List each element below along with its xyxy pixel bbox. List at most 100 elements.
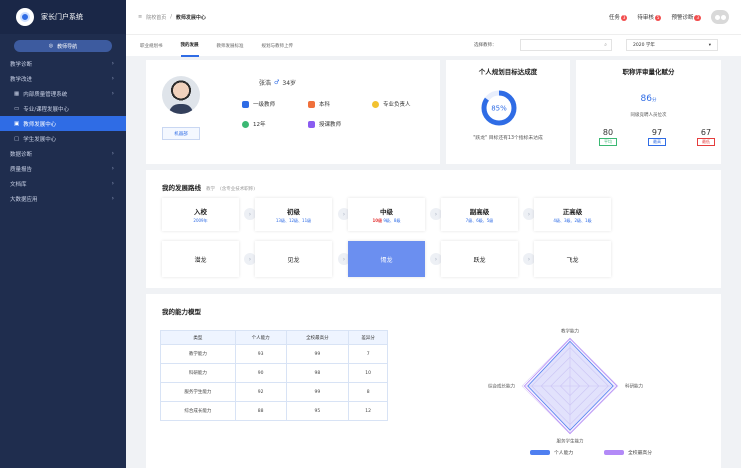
table-row: 服务学生能力 92 99 8: [160, 382, 388, 402]
sidebar-item-label: 教学改进: [10, 76, 33, 83]
stage-intermediate[interactable]: 中级 10级 9级、8级: [348, 198, 425, 231]
breadcrumb-current: 教师发展中心: [175, 14, 206, 21]
column-header: 全校最高分: [285, 330, 350, 345]
legend-school-max: 全校最高分: [604, 449, 652, 456]
legend-swatch: [530, 450, 550, 455]
grid-icon: ▦: [14, 90, 20, 97]
stat-value: 67: [700, 128, 712, 137]
sidebar-item-course-center[interactable]: ▭ 专业/课程发展中心: [0, 101, 126, 116]
stat-average: 80 平均: [593, 128, 623, 146]
table-cell: 8: [348, 382, 388, 402]
table-cell: 92: [234, 382, 287, 402]
table-cell: 10: [348, 363, 388, 383]
role-info: 专业负责人: [372, 100, 411, 108]
column-header: 个人能力: [234, 330, 287, 345]
todo-label: 待审核: [637, 15, 654, 21]
radar-axis-label: 科研能力: [625, 383, 643, 390]
years-value: 12年: [253, 122, 266, 128]
sidebar-item-teacher-center[interactable]: ▣ 教师发展中心: [0, 116, 126, 131]
rating-note: 同级竞聘人员位次: [630, 113, 667, 118]
sidebar-item-label: 数据诊断: [10, 151, 33, 158]
sidebar-item-student-center[interactable]: ▢ 学生发展中心: [0, 131, 126, 146]
topbar: ≡ 院校首页 / 教师发展中心 任务 3 待审核 5 预警诊断 3: [126, 0, 741, 34]
sidebar-item-documents[interactable]: 文档库 ›: [0, 176, 126, 191]
sidebar-item-big-data[interactable]: 大数据应用 ›: [0, 191, 126, 206]
tasks-link[interactable]: 任务 3: [609, 13, 628, 21]
sidebar-item-quality-report[interactable]: 质量报告 ›: [0, 161, 126, 176]
tab-my-development[interactable]: 我的发展: [180, 35, 199, 57]
table-cell: 99: [285, 344, 350, 364]
table-row: 综合成长能力 88 95 12: [160, 401, 388, 421]
monitor-icon: ▭: [14, 105, 20, 112]
table-cell: 88: [234, 401, 287, 421]
chevron-right-icon: ›: [111, 75, 114, 82]
select-teacher-label: 选择教师：: [474, 43, 497, 48]
roadmap-subtitle-b: (含专业技术职称): [220, 187, 256, 192]
caret-down-icon: ▾: [708, 42, 711, 48]
table-cell: 98: [285, 363, 350, 383]
tab-standards[interactable]: 教师发展标准: [217, 35, 244, 57]
stage-desc: 2009年: [193, 217, 208, 223]
roadmap-subtitle-a: 教学: [206, 187, 215, 192]
app-logo[interactable]: 家长门户系统: [0, 0, 126, 34]
legend-label: 个人能力: [554, 451, 574, 456]
rank-tilong[interactable]: 惕龙: [348, 241, 425, 277]
degree-value: 本科: [319, 102, 331, 108]
search-icon: ⌕: [604, 42, 607, 48]
sidebar-item-teaching-diagnosis[interactable]: 教学诊断 ›: [0, 56, 126, 71]
sidebar-item-label: 教师发展中心: [23, 121, 57, 128]
teacher-select[interactable]: ⌕: [520, 39, 612, 51]
title-value: 一级教师: [253, 102, 276, 108]
menu-toggle-icon[interactable]: ≡: [138, 14, 142, 20]
department-button[interactable]: 机器部: [162, 127, 200, 140]
column-header: 差异分: [348, 330, 388, 345]
ability-title: 我的能力模型: [162, 308, 201, 316]
alerts-link[interactable]: 预警诊断 3: [671, 13, 701, 21]
alerts-label: 预警诊断: [671, 15, 694, 21]
student-icon: ▢: [14, 135, 20, 142]
rating-title: 职称评审量化赋分: [622, 68, 675, 76]
teacher-photo: [162, 76, 200, 114]
sidebar-item-teaching-improvement[interactable]: 教学改进 ›: [0, 71, 126, 86]
sidebar-item-data-diagnosis[interactable]: 数据诊断 ›: [0, 146, 126, 161]
breadcrumb-separator: /: [170, 14, 172, 20]
years-info: 12年: [242, 120, 266, 128]
goal-percent: 85%: [491, 105, 507, 113]
sidebar-item-quality-system[interactable]: ▦ 内部质量管理系统 ›: [0, 86, 126, 101]
sidebar-item-label: 学生发展中心: [23, 136, 57, 143]
rank-jianlong[interactable]: 见龙: [255, 241, 332, 277]
roadmap-card: 我的发展路线 教学 (含专业技术职称) 入校 2009年 › 初级 13级、12级、…: [146, 170, 721, 288]
rating-card: 职称评审量化赋分 86分 同级竞聘人员位次 80 平均 97 最高 67 最低: [576, 60, 721, 164]
goal-note: "跃龙" 目标还有13个指标未达成: [473, 136, 543, 141]
table-cell: 93: [234, 344, 287, 364]
todo-link[interactable]: 待审核 5: [637, 13, 662, 21]
roadmap-title-row: 我的发展路线 教学 (含专业技术职称): [162, 182, 255, 192]
rank-icon: [242, 100, 249, 108]
legend-label: 全校最高分: [628, 451, 652, 456]
stage-associate-senior[interactable]: 副高级 7级、6级、5级: [441, 198, 518, 231]
breadcrumb-home[interactable]: 院校首页: [146, 14, 166, 21]
teacher-nav-button[interactable]: ◎ 教师导航: [14, 40, 112, 52]
stage-senior[interactable]: 正高级 4级、3级、2级、1级: [534, 198, 611, 231]
user-avatar[interactable]: [711, 10, 729, 24]
tab-upload[interactable]: 规划与教师上传: [262, 35, 294, 57]
tab-career-plan[interactable]: 职业规划书: [140, 35, 163, 57]
stage-junior[interactable]: 初级 13级、12级、11级: [255, 198, 332, 231]
sidebar-item-label: 内部质量管理系统: [23, 91, 68, 98]
year-select[interactable]: 2020 学年 ▾: [626, 39, 718, 51]
profile-card: 机器部 张浩 ♂ 34岁 一级教师 本科 专业负责人 12年 授课教师: [146, 60, 440, 164]
rank-qianlong[interactable]: 潜龙: [162, 241, 239, 277]
ability-table: 类型 个人能力 全校最高分 差异分 教学能力 93 99 7 科研能力 90 98 10 服…: [160, 330, 388, 421]
table-row: 教学能力 93 99 7: [160, 344, 388, 364]
clock-icon: [242, 120, 249, 128]
score-unit: 分: [651, 98, 657, 103]
compass-icon: ◎: [48, 43, 54, 49]
app-name: 家长门户系统: [41, 13, 83, 21]
chevron-right-icon: ›: [111, 150, 114, 157]
stat-max: 97 最高: [642, 128, 672, 146]
table-cell: 12: [348, 401, 388, 421]
rank-yuelong[interactable]: 跃龙: [441, 241, 518, 277]
chevron-right-icon: ›: [111, 180, 114, 187]
stage-enroll[interactable]: 入校 2009年: [162, 198, 239, 231]
rank-feilong[interactable]: 飞龙: [534, 241, 611, 277]
